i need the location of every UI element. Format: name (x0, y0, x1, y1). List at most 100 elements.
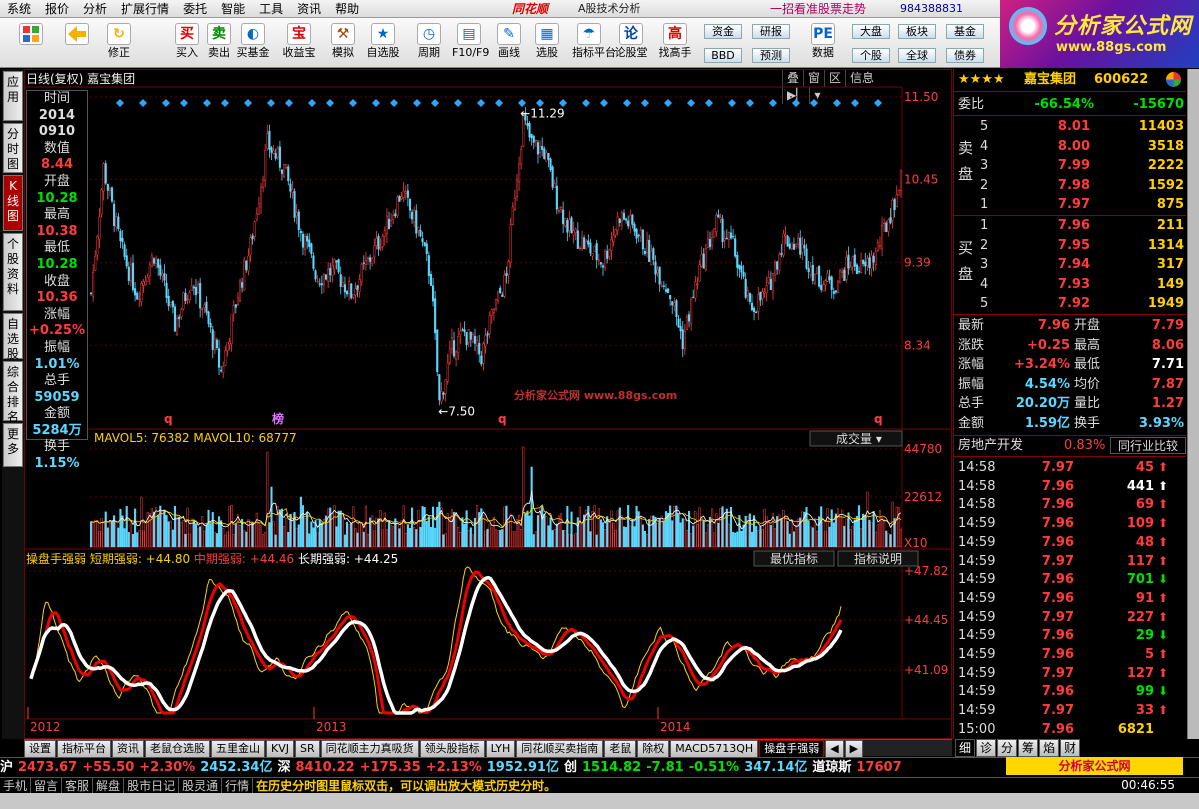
toolbar-button-4[interactable]: 卖卖出 (202, 21, 236, 65)
toolbar-glyph-8-icon: ★ (371, 23, 395, 45)
candle-body (610, 239, 613, 251)
quick-button-3[interactable]: 预测 (752, 48, 790, 63)
quick-button-2[interactable]: BBD (704, 48, 742, 63)
toolbar-button-9[interactable]: ◷ 周期 (412, 21, 446, 65)
menu-item-5[interactable]: 智能 (214, 0, 252, 18)
quick-button-8[interactable]: 全球 (898, 48, 936, 63)
toolbar-button-2[interactable]: ↻ 修正 (102, 21, 136, 65)
menu-item-2[interactable]: 分析 (76, 0, 114, 18)
indicator-tab-9[interactable]: LYH (485, 740, 516, 758)
detail-tab-0[interactable]: 细 (955, 739, 976, 757)
status-key-4[interactable]: 股市日记 (124, 778, 180, 794)
quick-button-1[interactable]: 研报 (752, 24, 790, 39)
candle-body (518, 163, 521, 183)
status-key-1[interactable]: 留言 (31, 778, 63, 794)
toolbar-button-8[interactable]: ★ 自选股 (366, 21, 400, 65)
volume-bar (94, 519, 97, 548)
indicator-tab-14[interactable]: 操盘手强弱 (759, 740, 825, 758)
quick-button-6[interactable]: 基金 (946, 24, 984, 39)
toolbar-button-12[interactable]: ▦ 选股 (530, 21, 564, 65)
kline-chart[interactable]: 11.50 10.45 9.39 8.34 ←11.29 ←7.50 分析家公式网 www.… (24, 69, 952, 739)
indicator-tab-12[interactable]: 除权 (637, 740, 670, 758)
detail-tab-5[interactable]: 财 (1060, 739, 1081, 757)
volume-bar (469, 527, 472, 548)
indicator-tab-0[interactable]: 设置 (24, 740, 56, 758)
toolbar-button-1[interactable] (60, 21, 94, 65)
up-arrow-icon: ⬆ (1158, 590, 1169, 605)
quick-button-5[interactable]: 板块 (898, 24, 936, 39)
color-wheel-icon[interactable] (1166, 72, 1181, 87)
indicator-tab-5[interactable]: KVJ (266, 740, 294, 758)
status-key-6[interactable]: 行情 (222, 778, 254, 794)
toolbar-button-5[interactable]: ◐ 买基金 (236, 21, 270, 65)
toolbar-button-0[interactable] (14, 21, 48, 65)
quick-button-9[interactable]: 债券 (946, 48, 984, 63)
indicator-tab-7[interactable]: 同花顺主力真吸货 (320, 740, 419, 758)
quick-button-4[interactable]: 大盘 (852, 24, 890, 39)
detail-tab-4[interactable]: 焰 (1039, 739, 1060, 757)
status-key-0[interactable]: 手机 (0, 778, 32, 794)
indicator-tab-10[interactable]: 同花顺买卖指南 (516, 740, 604, 758)
left-tab-5[interactable]: 综合排名 (3, 361, 23, 424)
ticker-item: -0.51% (688, 760, 740, 775)
indicator-tab-3[interactable]: 老鼠仓选股 (145, 740, 210, 758)
left-tab-0[interactable]: 应用 (3, 71, 23, 121)
status-key-2[interactable]: 客服 (62, 778, 94, 794)
volume-bar (356, 532, 359, 548)
candle-body (797, 238, 800, 245)
candle-body (247, 255, 250, 272)
volume-bar (350, 522, 353, 548)
status-key-5[interactable]: 股灵通 (179, 778, 223, 794)
volume-bar (874, 531, 877, 548)
toolbar-button-11[interactable]: ✎ 画线 (492, 21, 526, 65)
menu-item-1[interactable]: 报价 (38, 0, 76, 18)
menu-item-3[interactable]: 扩展行情 (114, 0, 176, 18)
toolbar-button-15[interactable]: 高找高手 (658, 21, 692, 65)
menu-item-7[interactable]: 资讯 (290, 0, 328, 18)
toolbar-button-3[interactable]: 买买入 (170, 21, 204, 65)
left-tab-4[interactable]: 自选股 (3, 313, 23, 361)
indicator-tab-2[interactable]: 资讯 (112, 740, 144, 758)
indicator-tab-4[interactable]: 五里金山 (211, 740, 265, 758)
toolbar-button-16[interactable]: PE 数据 (806, 21, 840, 65)
left-tab-1[interactable]: 分时图 (3, 123, 23, 173)
menu-item-0[interactable]: 系统 (0, 0, 38, 18)
volume-bar (734, 532, 737, 548)
toolbar-button-6[interactable]: 宝收益宝 (282, 21, 316, 65)
left-tab-3[interactable]: 个股资料 (3, 233, 23, 311)
detail-tab-3[interactable]: 筹 (1018, 739, 1039, 757)
detail-tab-1[interactable]: 诊 (976, 739, 997, 757)
toolbar-button-7[interactable]: ⚒ 模拟 (326, 21, 360, 65)
detail-tab-2[interactable]: 分 (997, 739, 1018, 757)
status-key-3[interactable]: 解盘 (93, 778, 125, 794)
indicator-tab-11[interactable]: 老鼠 (604, 740, 637, 758)
volume-bar (194, 523, 198, 548)
toolbar-button-14[interactable]: 论论股堂 (614, 21, 648, 65)
toolbar-button-13[interactable]: ☂ 指标平台 (572, 21, 616, 65)
vertical-scrollbar[interactable] (1187, 69, 1199, 739)
left-tab-6[interactable]: 更多 (3, 423, 23, 467)
indicator-tab-8[interactable]: 领头股指标 (419, 740, 485, 758)
left-tab-2[interactable]: K线图 (3, 175, 23, 231)
tab-scroll-right-icon[interactable]: ▶ (844, 740, 864, 758)
menu-item-8[interactable]: 帮助 (328, 0, 366, 18)
tick-volume: 45 (1135, 460, 1154, 475)
indicator-tab-13[interactable]: MACD5713QH (670, 740, 759, 758)
quick-button-7[interactable]: 个股 (852, 48, 890, 63)
slogan-link[interactable]: 一招看准股票走势 (770, 0, 866, 18)
tick-price: 7.97 (1041, 609, 1074, 625)
sector-compare-button[interactable]: 同行业比较 (1110, 437, 1186, 454)
candle-body (108, 188, 111, 191)
volume-bar (543, 513, 546, 548)
toolbar-button-10[interactable]: ▤ F10/F9 (452, 21, 489, 65)
tab-scroll-left-icon[interactable]: ◀ (825, 740, 844, 758)
volume-bar (178, 516, 181, 548)
candle-body (171, 300, 174, 308)
menu-item-6[interactable]: 工具 (252, 0, 290, 18)
quick-button-0[interactable]: 资金 (704, 24, 742, 39)
indicator-tab-1[interactable]: 指标平台 (57, 740, 111, 758)
indicator-tab-6[interactable]: SR (294, 740, 320, 758)
menu-item-4[interactable]: 委托 (176, 0, 214, 18)
quote-label: 涨幅 (958, 357, 985, 373)
candle-body (446, 362, 449, 382)
